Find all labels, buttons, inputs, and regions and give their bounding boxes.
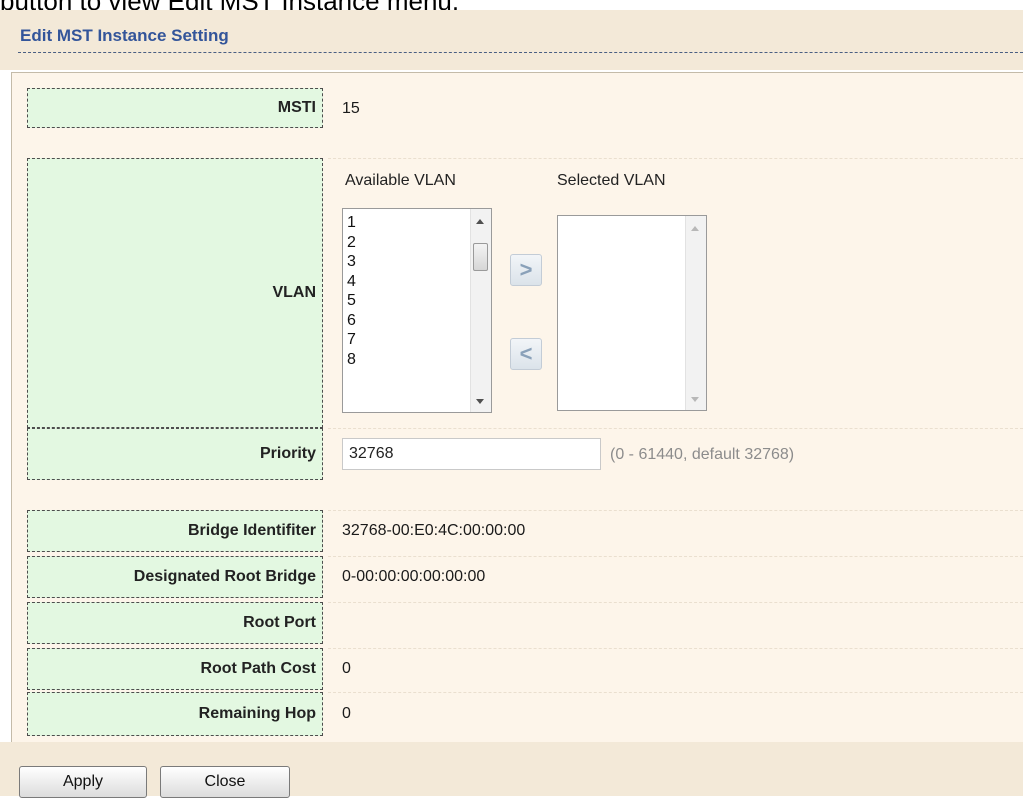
close-button[interactable]: Close (160, 766, 290, 798)
designated-root-bridge-value: 0-00:00:00:00:00:00 (342, 568, 486, 585)
row-divider (328, 556, 1023, 557)
priority-input[interactable] (342, 438, 601, 470)
list-item[interactable]: 1 (347, 213, 356, 233)
list-item[interactable]: 7 (347, 330, 356, 350)
selected-vlan-scrollbar[interactable] (685, 216, 706, 410)
add-vlan-button[interactable]: > (510, 254, 542, 286)
remaining-hop-value: 0 (342, 705, 351, 722)
root-port-label: Root Port (27, 602, 323, 644)
selected-vlan-heading: Selected VLAN (557, 172, 666, 189)
root-path-cost-value: 0 (342, 660, 351, 677)
remove-vlan-button[interactable]: < (510, 338, 542, 370)
bridge-identifier-label: Bridge Identifiter (27, 510, 323, 552)
msti-label: MSTI (27, 88, 323, 128)
available-vlan-heading: Available VLAN (345, 172, 456, 189)
available-vlan-list[interactable]: 1 2 3 4 5 6 7 8 (342, 208, 492, 413)
list-item[interactable]: 3 (347, 252, 356, 272)
msti-value: 15 (342, 100, 360, 117)
designated-root-bridge-label: Designated Root Bridge (27, 556, 323, 598)
row-divider (328, 602, 1023, 603)
row-divider (328, 692, 1023, 693)
root-path-cost-label: Root Path Cost (27, 648, 323, 690)
scroll-down-icon[interactable] (476, 399, 484, 404)
row-divider (328, 648, 1023, 649)
remaining-hop-label: Remaining Hop (27, 692, 323, 736)
available-vlan-items: 1 2 3 4 5 6 7 8 (347, 213, 356, 369)
scroll-thumb[interactable] (473, 243, 488, 271)
footer-band (0, 742, 1023, 796)
row-divider (328, 158, 1023, 159)
page-title: Edit MST Instance Setting (20, 26, 229, 45)
scroll-up-icon[interactable] (476, 219, 484, 224)
header-band: Edit MST Instance Setting (0, 10, 1023, 70)
row-divider (328, 510, 1023, 511)
row-divider (328, 428, 1023, 429)
vlan-label: VLAN (27, 158, 323, 428)
scroll-down-icon[interactable] (691, 397, 699, 402)
list-item[interactable]: 2 (347, 233, 356, 253)
available-vlan-scrollbar[interactable] (470, 209, 491, 412)
list-item[interactable]: 5 (347, 291, 356, 311)
apply-button[interactable]: Apply (19, 766, 147, 798)
list-item[interactable]: 8 (347, 350, 356, 370)
bridge-identifier-value: 32768-00:E0:4C:00:00:00 (342, 522, 526, 539)
title-divider (18, 52, 1023, 53)
priority-hint: (0 - 61440, default 32768) (610, 446, 795, 463)
list-item[interactable]: 6 (347, 311, 356, 331)
priority-label: Priority (27, 428, 323, 480)
list-item[interactable]: 4 (347, 272, 356, 292)
selected-vlan-list[interactable] (557, 215, 707, 411)
scroll-up-icon[interactable] (691, 226, 699, 231)
